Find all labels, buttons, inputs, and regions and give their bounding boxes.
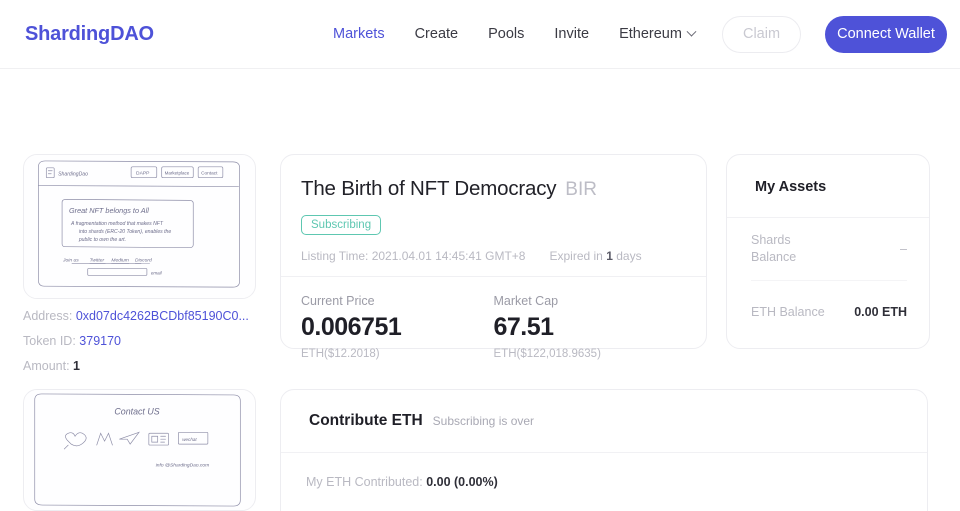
- info-divider: [281, 276, 706, 277]
- claim-button[interactable]: Claim: [722, 15, 801, 53]
- svg-text:email: email: [151, 270, 163, 275]
- stat-sub: ETH($12.2018): [301, 348, 380, 360]
- stat-market-cap: Market Cap 67.51 ETH($122,018.9635): [494, 294, 687, 360]
- expiry-days: 1: [606, 249, 613, 263]
- asset-label-line1: Shards: [751, 233, 791, 247]
- expiry-suffix: days: [616, 249, 642, 263]
- chevron-down-icon: [686, 26, 697, 37]
- svg-text:Join us: Join us: [62, 258, 79, 264]
- svg-text:Contact US: Contact US: [114, 407, 159, 417]
- svg-text:Contact: Contact: [201, 171, 218, 177]
- nav-item-create[interactable]: Create: [415, 26, 459, 42]
- nav-item-markets[interactable]: Markets: [333, 26, 385, 42]
- stat-sub: ETH($122,018.9635): [493, 348, 601, 360]
- svg-text:ShardingDao: ShardingDao: [58, 172, 88, 178]
- title-row: The Birth of NFT Democracy BIR: [301, 177, 686, 201]
- my-eth-contributed-row: My ETH Contributed: 0.00 (0.00%): [281, 453, 927, 489]
- contact-sketch-card[interactable]: Contact US wechat info @ShardingDao.com: [23, 389, 256, 511]
- nft-address-row: Address: 0xd07dc4262BCDbf85190C0...: [23, 309, 273, 323]
- asset-label: Shards Balance: [751, 232, 796, 266]
- expiry-info: Expired in 1 days: [549, 249, 641, 263]
- expiry-prefix: Expired in: [549, 249, 603, 263]
- nft-token-label: Token ID:: [23, 334, 76, 348]
- nft-amount-value: 1: [73, 359, 80, 373]
- svg-text:A fragmentation method that ma: A fragmentation method that makes NFT: [70, 221, 164, 227]
- brand-logo[interactable]: ShardingDAO: [25, 23, 154, 46]
- nft-token-value: 379170: [79, 334, 122, 348]
- asset-label-line2: Balance: [751, 250, 797, 264]
- page-content: ShardingDao DAPP Marketplace Contact Gre…: [0, 69, 960, 511]
- stat-label: Current Price: [301, 294, 375, 308]
- stat-label: Market Cap: [493, 294, 559, 308]
- listing-time: Listing Time: 2021.04.01 14:45:41 GMT+8: [301, 249, 525, 263]
- my-eth-contributed-label: My ETH Contributed:: [306, 475, 423, 489]
- svg-text:info @ShardingDao.com: info @ShardingDao.com: [156, 463, 210, 469]
- nav-item-invite[interactable]: Invite: [554, 26, 589, 42]
- contribute-subtitle: Subscribing is over: [432, 414, 535, 428]
- contact-sketch-image: Contact US wechat info @ShardingDao.com: [24, 390, 255, 510]
- stat-current-price: Current Price 0.006751 ETH($12.2018): [301, 294, 494, 360]
- svg-text:Medium: Medium: [111, 258, 129, 264]
- token-symbol: BIR: [565, 179, 597, 200]
- nft-info-card: The Birth of NFT Democracy BIR Subscribi…: [280, 154, 707, 360]
- svg-text:Great NFT belongs to All: Great NFT belongs to All: [69, 206, 149, 215]
- asset-row-eth-balance: ETH Balance 0.00 ETH: [727, 281, 929, 343]
- top-navigation-bar: ShardingDAO Markets Create Pools Invite …: [0, 0, 960, 69]
- nft-sketch-image: ShardingDao DAPP Marketplace Contact Gre…: [24, 155, 255, 298]
- listing-time-label: Listing Time:: [301, 249, 369, 263]
- status-badge: Subscribing: [301, 215, 382, 235]
- listing-time-value: 2021.04.01 14:45:41 GMT+8: [371, 249, 526, 263]
- svg-text:wechat: wechat: [182, 437, 197, 442]
- main-nav: Markets Create Pools Invite Ethereum: [333, 26, 697, 42]
- svg-text:DAPP: DAPP: [136, 171, 150, 177]
- my-eth-contributed-value: 0.00 (0.00%): [426, 475, 498, 489]
- listing-info-row: Listing Time: 2021.04.01 14:45:41 GMT+8 …: [301, 249, 686, 263]
- nft-address-value[interactable]: 0xd07dc4262BCDbf85190C0...: [76, 309, 249, 323]
- nft-amount-label: Amount:: [23, 359, 70, 373]
- page-title: The Birth of NFT Democracy: [301, 177, 557, 200]
- nft-address-label: Address:: [23, 309, 73, 323]
- svg-text:Marketplace: Marketplace: [165, 171, 190, 176]
- stat-value: 67.51: [493, 313, 555, 341]
- nav-item-pools[interactable]: Pools: [488, 26, 524, 42]
- svg-text:public to own the art.: public to own the art.: [78, 237, 126, 243]
- asset-value: 0.00 ETH: [854, 305, 907, 319]
- stat-value: 0.006751: [301, 313, 402, 341]
- svg-text:into shards (ERC-20 Token), en: into shards (ERC-20 Token), enables the: [79, 229, 172, 235]
- connect-wallet-button[interactable]: Connect Wallet: [825, 15, 947, 53]
- my-assets-title: My Assets: [755, 179, 827, 195]
- nft-amount-row: Amount: 1: [23, 359, 273, 373]
- chain-selector[interactable]: Ethereum: [619, 26, 697, 42]
- nft-token-row: Token ID: 379170: [23, 334, 273, 348]
- nft-metadata: Address: 0xd07dc4262BCDbf85190C0... Toke…: [23, 309, 273, 384]
- my-assets-card: My Assets Shards Balance – ETH Balance 0…: [726, 154, 930, 349]
- contribute-eth-card: Contribute ETH Subscribing is over My ET…: [280, 389, 928, 511]
- asset-label: ETH Balance: [751, 304, 825, 319]
- asset-row-shards-balance: Shards Balance –: [727, 218, 929, 280]
- stats-row: Current Price 0.006751 ETH($12.2018) Mar…: [301, 294, 686, 360]
- nft-preview-card[interactable]: ShardingDao DAPP Marketplace Contact Gre…: [23, 154, 256, 299]
- svg-text:Twitter: Twitter: [90, 258, 105, 264]
- contribute-header: Contribute ETH Subscribing is over: [281, 390, 927, 430]
- chain-selector-label: Ethereum: [619, 26, 682, 42]
- svg-text:Discord: Discord: [135, 258, 152, 264]
- contribute-title: Contribute ETH: [309, 412, 423, 429]
- asset-value: –: [900, 242, 907, 256]
